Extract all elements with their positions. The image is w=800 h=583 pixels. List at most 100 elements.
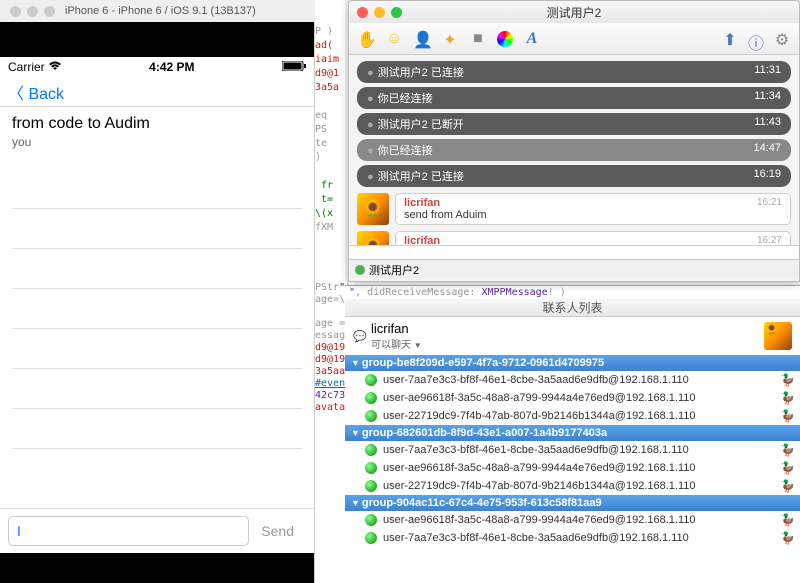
adium-icon: 🦆 [780, 479, 794, 493]
contact-list-window: ", didReceiveMessage: XMPPMessage! ) 联系人… [345, 285, 800, 583]
message-sender: licrifan [404, 197, 782, 209]
notify-icon[interactable]: ■ [469, 30, 487, 48]
simulator-bezel-top [0, 22, 314, 57]
list-item[interactable] [12, 209, 302, 249]
wifi-icon [48, 60, 62, 74]
online-status-icon [365, 392, 377, 404]
message-sender: licrifan [404, 235, 782, 245]
input-bar: Send [0, 508, 314, 553]
xcode-tab-title: iPhone 6 - iPhone 6 / iOS 9.1 (13B137) [65, 5, 256, 17]
smiley-icon[interactable]: ☺ [385, 30, 403, 48]
chat-title: from code to Audim [12, 115, 302, 133]
list-item[interactable] [12, 409, 302, 449]
ios-simulator: Carrier 4:42 PM 〈 Back from code to Audi… [0, 22, 315, 583]
chat-body: ●测试用户2 已连接11:31 ●你已经连接11:34 ●测试用户2 已断开11… [349, 55, 799, 245]
chat-content: from code to Audim you [0, 107, 314, 508]
avatar[interactable]: 🌻 [764, 322, 792, 350]
status-message: ●测试用户2 已连接16:19 [357, 165, 791, 187]
contact-user-row[interactable]: user-22719dc9-7f4b-47ab-807d-9b2146b1344… [345, 407, 800, 425]
window-title: 测试用户2 [547, 4, 602, 21]
contact-user-row[interactable]: user-ae96618f-3a5c-48a8-a799-9944a4e76ed… [345, 389, 800, 407]
adium-icon: 🦆 [780, 531, 794, 545]
contact-group-header[interactable]: ▼ group-be8f209d-e597-4f7a-9712-0961d470… [345, 355, 800, 371]
online-status-icon [365, 374, 377, 386]
user-jid: user-22719dc9-7f4b-47ab-807d-9b2146b1344… [383, 480, 696, 492]
avatar: 🌻 [357, 231, 389, 245]
adium-icon: 🦆 [780, 513, 794, 527]
chat-message: 🌻 licrifan send from Audim seems code ca… [357, 231, 791, 245]
list-item[interactable] [12, 169, 302, 209]
time-label: 4:42 PM [149, 60, 194, 74]
adium-icon: 🦆 [780, 409, 794, 423]
online-status-icon [365, 444, 377, 456]
adium-icon: 🦆 [780, 391, 794, 405]
nav-bar: 〈 Back [0, 77, 314, 107]
user-jid: user-ae96618f-3a5c-48a8-a799-9944a4e76ed… [383, 392, 696, 404]
online-status-icon [365, 480, 377, 492]
diamond-icon[interactable]: ✦ [441, 30, 459, 48]
status-message: ●测试用户2 已连接11:31 [357, 61, 791, 83]
contact-user-row[interactable]: user-ae96618f-3a5c-48a8-a799-9944a4e76ed… [345, 511, 800, 529]
contact-current-user[interactable]: 💬 licrifan 可以聊天 ▼ 🌻 [345, 317, 800, 355]
status-message: ●你已经连接14:47 [357, 139, 791, 161]
chat-bubble-icon: 💬 [353, 330, 365, 342]
chevron-down-icon: ▼ [351, 358, 360, 368]
contact-user-row[interactable]: user-22719dc9-7f4b-47ab-807d-9b2146b1344… [345, 477, 800, 495]
status-dot-icon [355, 265, 365, 275]
send-button[interactable]: Send [249, 523, 306, 539]
close-icon[interactable] [357, 7, 368, 18]
online-status-icon [365, 410, 377, 422]
user-status[interactable]: 可以聊天 ▼ [371, 336, 422, 351]
chat-app-window: 测试用户2 ✋ ☺ 👤 ✦ ■ A ⬆ ⓘ ⚙ ●测试用户2 已连接11:31 … [348, 0, 800, 282]
user-jid: user-ae96618f-3a5c-48a8-a799-9944a4e76ed… [383, 462, 696, 474]
chat-message: 🌻 licrifan send from Aduim 16:21 [357, 193, 791, 225]
list-item[interactable] [12, 369, 302, 409]
user-jid: user-7aa7e3c3-bf8f-46e1-8cbe-3a5aad6e9df… [383, 444, 689, 456]
list-item[interactable] [12, 249, 302, 289]
chat-input[interactable] [349, 245, 799, 259]
person-icon[interactable]: 👤 [413, 30, 431, 48]
user-name: licrifan [371, 321, 422, 336]
message-input[interactable] [8, 516, 249, 546]
status-message: ●测试用户2 已断开11:43 [357, 113, 791, 135]
close-icon[interactable] [10, 6, 21, 17]
status-bar: Carrier 4:42 PM [0, 57, 314, 77]
info-icon[interactable]: ⓘ [747, 30, 765, 48]
message-text: send from Aduim [404, 209, 782, 221]
traffic-lights [10, 6, 55, 17]
online-status-icon [365, 532, 377, 544]
back-button[interactable]: 〈 Back [8, 80, 64, 104]
contact-group-header[interactable]: ▼ group-682601db-8f9d-43e1-a007-1a4b9177… [345, 425, 800, 441]
user-jid: user-ae96618f-3a5c-48a8-a799-9944a4e76ed… [383, 514, 696, 526]
battery-icon [282, 60, 306, 74]
palm-icon[interactable]: ✋ [357, 30, 375, 48]
chevron-down-icon: ▼ [351, 428, 360, 438]
list-item[interactable] [12, 289, 302, 329]
zoom-icon[interactable] [391, 7, 402, 18]
contact-group-header[interactable]: ▼ group-904ac11c-67c4-4e75-953f-613c58f8… [345, 495, 800, 511]
minimize-icon[interactable] [27, 6, 38, 17]
minimize-icon[interactable] [374, 7, 385, 18]
send-file-icon[interactable]: ⬆ [721, 30, 739, 48]
xcode-tab-bar: iPhone 6 - iPhone 6 / iOS 9.1 (13B137) [0, 0, 315, 22]
group-name: group-be8f209d-e597-4f7a-9712-0961d47099… [362, 357, 604, 369]
message-time: 16:21 [757, 197, 782, 208]
contact-user-row[interactable]: user-7aa7e3c3-bf8f-46e1-8cbe-3a5aad6e9df… [345, 441, 800, 459]
chat-titlebar[interactable]: 测试用户2 [349, 1, 799, 23]
list-item[interactable] [12, 329, 302, 369]
contact-user-row[interactable]: user-7aa7e3c3-bf8f-46e1-8cbe-3a5aad6e9df… [345, 529, 800, 547]
carrier-label: Carrier [8, 60, 45, 74]
status-message: ●你已经连接11:34 [357, 87, 791, 109]
chat-toolbar: ✋ ☺ 👤 ✦ ■ A ⬆ ⓘ ⚙ [349, 23, 799, 55]
chat-tab[interactable]: 测试用户2 [369, 262, 419, 278]
color-icon[interactable] [497, 31, 513, 47]
simulator-bezel-bottom [0, 553, 314, 583]
contact-user-row[interactable]: user-ae96618f-3a5c-48a8-a799-9944a4e76ed… [345, 459, 800, 477]
font-icon[interactable]: A [523, 30, 541, 48]
contact-user-row[interactable]: user-7aa7e3c3-bf8f-46e1-8cbe-3a5aad6e9df… [345, 371, 800, 389]
group-name: group-904ac11c-67c4-4e75-953f-613c58f81a… [362, 497, 602, 509]
chat-tabs: 测试用户2 [349, 259, 799, 279]
zoom-icon[interactable] [44, 6, 55, 17]
chevron-down-icon: ▼ [414, 341, 422, 350]
gear-icon[interactable]: ⚙ [773, 30, 791, 48]
